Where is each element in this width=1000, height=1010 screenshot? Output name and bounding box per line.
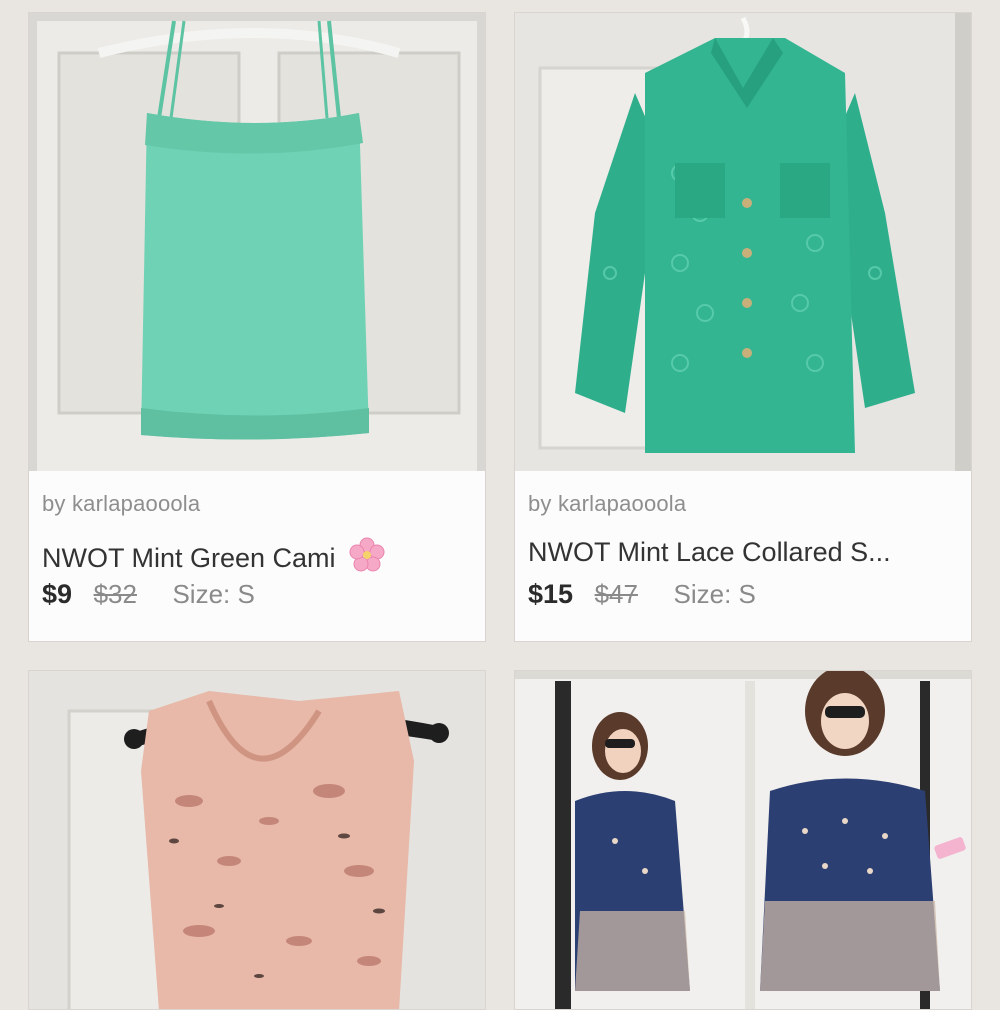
listing-info: by karlapaooola NWOT Mint Lace Collared … <box>515 471 971 641</box>
original-price: $47 <box>594 579 638 609</box>
photo-navy-floral-top <box>515 671 971 1009</box>
size-label: Size: S <box>673 579 756 609</box>
listing-photo-mint-cami[interactable] <box>29 13 485 471</box>
listing-info: by karlapaooola NWOT Mint Green Cami $9 … <box>29 471 485 641</box>
listing-grid: by karlapaooola NWOT Mint Green Cami $9 … <box>0 0 1000 1010</box>
cherry-blossom-icon <box>349 537 385 580</box>
listing-photo-print-top[interactable] <box>29 671 485 1009</box>
listing-title[interactable]: NWOT Mint Lace Collared S... <box>528 537 958 568</box>
listing-photo-navy-floral-top[interactable] <box>515 671 971 1009</box>
photo-mint-cami <box>29 13 485 471</box>
listing-title[interactable]: NWOT Mint Green Cami <box>42 537 472 580</box>
original-price: $32 <box>93 579 137 609</box>
listing-card[interactable]: by karlapaooola NWOT Mint Green Cami $9 … <box>28 12 486 642</box>
listing-card[interactable] <box>514 670 972 1010</box>
listing-title-text: NWOT Mint Green Cami <box>42 543 336 573</box>
photo-print-top <box>29 671 485 1009</box>
listing-card[interactable]: by karlapaooola NWOT Mint Lace Collared … <box>514 12 972 642</box>
seller-name[interactable]: by karlapaooola <box>528 491 686 517</box>
listing-card[interactable] <box>28 670 486 1010</box>
photo-mint-lace-shirt <box>515 13 971 471</box>
price-row: $15 $47 Size: S <box>528 579 756 610</box>
seller-name[interactable]: by karlapaooola <box>42 491 200 517</box>
price: $9 <box>42 579 73 609</box>
price: $15 <box>528 579 574 609</box>
price-row: $9 $32 Size: S <box>42 579 255 610</box>
size-label: Size: S <box>172 579 255 609</box>
listing-photo-mint-lace-shirt[interactable] <box>515 13 971 471</box>
